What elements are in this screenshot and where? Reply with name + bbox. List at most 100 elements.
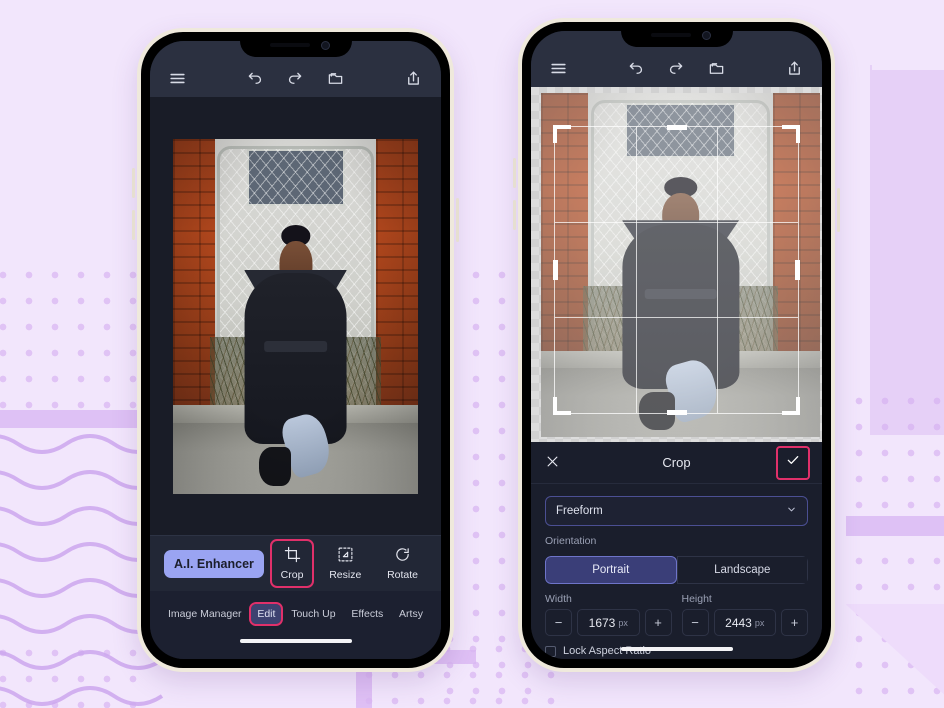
dimension-row: Width − 1673 px + Height − 2443 px +: [545, 593, 808, 636]
phone-left-screen: A.I. Enhancer Crop Resize Rotate Image M…: [150, 41, 441, 659]
height-decrement-button[interactable]: −: [681, 609, 709, 636]
left-home-indicator-area: [150, 637, 441, 659]
phone-left-volume-down-button[interactable]: [132, 210, 135, 240]
earpiece-speaker: [650, 33, 691, 37]
width-value: 1673: [588, 615, 616, 630]
phone-left-notch: [239, 32, 352, 57]
width-increment-button[interactable]: +: [644, 609, 672, 636]
undo-icon[interactable]: [245, 69, 264, 88]
crop-handle-right[interactable]: [794, 259, 800, 280]
tab-image-manager[interactable]: Image Manager: [162, 604, 248, 624]
crop-tool-button[interactable]: Crop: [269, 539, 315, 588]
ai-enhancer-button[interactable]: A.I. Enhancer: [164, 549, 264, 578]
tab-artsy[interactable]: Artsy: [393, 604, 429, 624]
left-image-canvas: [150, 97, 441, 535]
background-rectangle-right: [870, 65, 944, 435]
tab-touch-up[interactable]: Touch Up: [285, 604, 341, 624]
background-dot-pattern-right: [846, 388, 944, 516]
phone-mockup-right: Crop Freeform Orientation Portrait Lands…: [513, 18, 840, 672]
orientation-label: Orientation: [545, 535, 597, 547]
share-icon[interactable]: [785, 59, 804, 78]
crop-handle-top[interactable]: [666, 125, 687, 131]
phone-right-bezel: Crop Freeform Orientation Portrait Lands…: [522, 22, 831, 668]
crop-confirm-button[interactable]: [776, 445, 810, 480]
aspect-ratio-select[interactable]: Freeform: [545, 496, 808, 526]
redo-icon[interactable]: [667, 59, 686, 78]
share-icon[interactable]: [404, 69, 423, 88]
crop-panel-body: Freeform Orientation Portrait Landscape: [531, 484, 822, 636]
height-increment-button[interactable]: +: [781, 609, 808, 636]
phone-right-volume-down-button[interactable]: [513, 200, 516, 230]
tab-edit[interactable]: Edit: [249, 602, 284, 626]
front-camera: [320, 41, 330, 50]
crop-selection-box[interactable]: [553, 125, 800, 415]
edited-photo: [173, 138, 418, 494]
crop-grid-vertical-1: [636, 127, 638, 413]
width-decrement-button[interactable]: −: [545, 609, 572, 636]
phone-right-volume-up-button[interactable]: [513, 158, 516, 188]
crop-panel-title: Crop: [662, 455, 691, 470]
crop-handle-bottom[interactable]: [666, 409, 687, 415]
orientation-segmented-control: Portrait Landscape: [545, 556, 808, 584]
left-edit-tools-row: A.I. Enhancer Crop Resize Rotate: [150, 535, 441, 591]
crop-handle-bottom-left[interactable]: [553, 396, 572, 415]
resize-icon: [337, 546, 354, 566]
background-wedge-bottom-right: [846, 604, 944, 708]
phone-right-power-button[interactable]: [837, 188, 840, 232]
crop-icon: [284, 546, 301, 566]
height-value: 2443: [725, 615, 752, 630]
crop-handle-top-left[interactable]: [553, 125, 572, 144]
height-group: Height − 2443 px +: [681, 593, 808, 636]
crop-canvas[interactable]: [531, 87, 822, 442]
earpiece-speaker: [269, 43, 310, 47]
crop-grid-vertical-2: [716, 127, 718, 413]
background-dot-pattern-bottom-right: [846, 548, 944, 708]
width-stepper: − 1673 px +: [545, 609, 672, 636]
redo-icon[interactable]: [286, 69, 305, 88]
hamburger-menu-icon[interactable]: [168, 69, 187, 88]
screenshot-canvas: A.I. Enhancer Crop Resize Rotate Image M…: [0, 0, 944, 708]
height-label: Height: [681, 593, 712, 605]
background-band-left: [0, 410, 150, 428]
height-unit: px: [754, 617, 765, 628]
lock-aspect-ratio-checkbox[interactable]: [545, 645, 556, 657]
open-folder-icon[interactable]: [327, 69, 346, 88]
background-band-right: [846, 516, 944, 536]
home-indicator[interactable]: [239, 639, 352, 643]
chevron-down-icon: [786, 504, 797, 518]
height-input[interactable]: 2443 px: [713, 609, 776, 636]
resize-tool-label: Resize: [329, 569, 362, 581]
orientation-portrait-option[interactable]: Portrait: [545, 556, 677, 584]
crop-settings-panel: Crop Freeform Orientation Portrait Lands…: [531, 442, 822, 659]
phone-left-bezel: A.I. Enhancer Crop Resize Rotate Image M…: [141, 32, 450, 668]
crop-handle-left[interactable]: [553, 259, 559, 280]
rotate-icon: [394, 546, 411, 566]
home-indicator[interactable]: [620, 647, 733, 651]
width-unit: px: [618, 617, 628, 628]
aspect-ratio-value: Freeform: [556, 505, 603, 517]
rotate-tool-button[interactable]: Rotate: [378, 541, 427, 586]
crop-handle-bottom-right[interactable]: [781, 396, 800, 415]
undo-icon[interactable]: [626, 59, 645, 78]
left-section-tabs: Image Manager Edit Touch Up Effects Arts…: [150, 591, 441, 637]
width-group: Width − 1673 px +: [545, 593, 672, 636]
crop-handle-top-right[interactable]: [781, 125, 800, 144]
checkmark-icon: [785, 452, 801, 473]
phone-right-notch: [620, 22, 733, 47]
rotate-tool-label: Rotate: [387, 569, 418, 581]
phone-left-volume-up-button[interactable]: [132, 168, 135, 198]
background-rectangle-right-top-mask: [872, 0, 944, 70]
close-x-icon[interactable]: [545, 454, 560, 472]
phone-left-power-button[interactable]: [456, 198, 459, 242]
crop-grid-horizontal-1: [555, 222, 798, 224]
resize-tool-button[interactable]: Resize: [320, 541, 370, 586]
orientation-landscape-option[interactable]: Landscape: [676, 556, 808, 584]
tab-effects[interactable]: Effects: [345, 604, 389, 624]
width-input[interactable]: 1673 px: [577, 609, 640, 636]
height-stepper: − 2443 px +: [681, 609, 808, 636]
hamburger-menu-icon[interactable]: [549, 59, 568, 78]
width-label: Width: [545, 593, 572, 605]
open-folder-icon[interactable]: [708, 59, 727, 78]
crop-panel-header: Crop: [531, 442, 822, 484]
front-camera: [701, 31, 711, 40]
